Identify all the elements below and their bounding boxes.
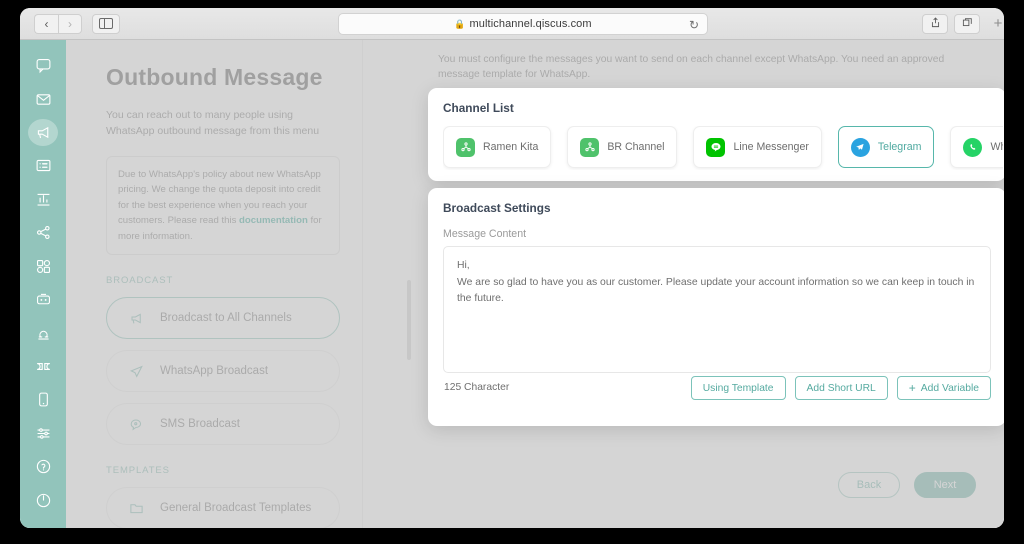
channel-label: WhatsApp Mes: [990, 141, 1003, 153]
channel-list-strip[interactable]: Ramen Kita BR Channel: [443, 126, 1003, 170]
using-template-button[interactable]: Using Template: [691, 376, 786, 400]
app-navigation-rail: [20, 40, 66, 528]
sidebar-item-mobile[interactable]: [28, 386, 58, 413]
sidebar-item-bot[interactable]: [28, 286, 58, 313]
channel-list-card: Channel List Ramen Kita: [428, 88, 1004, 181]
channel-label: Line Messenger: [733, 141, 808, 153]
sidebar-item-list[interactable]: [28, 152, 58, 179]
tabs-icon[interactable]: [954, 14, 980, 34]
message-content-label: Message Content: [443, 228, 526, 240]
address-bar[interactable]: 🔒 multichannel.qiscus.com ↻: [338, 13, 708, 35]
sidebar-item-apps[interactable]: [28, 253, 58, 280]
button-label: Add Variable: [921, 383, 979, 394]
plus-icon: +: [909, 382, 916, 394]
telegram-icon: [851, 138, 870, 157]
sidebar-toggle-button[interactable]: [92, 14, 120, 34]
whatsapp-square-icon: [580, 138, 599, 157]
new-tab-button[interactable]: +: [988, 14, 1004, 34]
add-short-url-button[interactable]: Add Short URL: [795, 376, 888, 400]
reload-icon[interactable]: ↻: [689, 18, 699, 32]
sidebar-item-broadcast[interactable]: [28, 119, 58, 146]
browser-toolbar: ‹ › 🔒 multichannel.qiscus.com ↻ +: [20, 8, 1004, 40]
sidebar-item-integration[interactable]: [28, 219, 58, 246]
sidebar-item-logout[interactable]: [28, 486, 58, 513]
application-body: Outbound Message You can reach out to ma…: [20, 40, 1004, 528]
browser-window: ‹ › 🔒 multichannel.qiscus.com ↻ +: [20, 8, 1004, 528]
channel-option-whatsapp[interactable]: WhatsApp Mes: [950, 126, 1003, 168]
message-content-textarea[interactable]: Hi, We are so glad to have you as our cu…: [443, 246, 991, 373]
channel-label: Telegram: [878, 141, 922, 153]
character-count: 125 Character: [444, 382, 509, 393]
sidebar-icon: [99, 18, 113, 29]
channel-option-br-channel[interactable]: BR Channel: [567, 126, 677, 168]
lock-icon: 🔒: [454, 19, 465, 30]
textarea-actions: Using Template Add Short URL + Add Varia…: [691, 376, 991, 400]
channel-list-title: Channel List: [428, 88, 1004, 115]
add-variable-button[interactable]: + Add Variable: [897, 376, 991, 400]
broadcast-settings-title: Broadcast Settings: [428, 188, 1004, 215]
button-label: Using Template: [703, 383, 774, 394]
browser-back-button[interactable]: ‹: [34, 14, 58, 34]
sidebar-item-help[interactable]: [28, 453, 58, 480]
channel-label: Ramen Kita: [483, 141, 538, 153]
whatsapp-square-icon: [456, 138, 475, 157]
sidebar-item-settings[interactable]: [28, 420, 58, 447]
browser-forward-button[interactable]: ›: [58, 14, 82, 34]
channel-option-telegram[interactable]: Telegram: [838, 126, 935, 168]
whatsapp-icon: [963, 138, 982, 157]
message-line-2: We are so glad to have you as our custom…: [457, 275, 977, 308]
channel-option-ramen-kita[interactable]: Ramen Kita: [443, 126, 551, 168]
sidebar-item-customer[interactable]: [28, 319, 58, 346]
line-icon: [706, 138, 725, 157]
channel-option-line-messenger[interactable]: Line Messenger: [693, 126, 821, 168]
url-text: multichannel.qiscus.com: [470, 18, 592, 30]
broadcast-settings-card: Broadcast Settings Message Content Hi, W…: [428, 188, 1004, 426]
sidebar-item-inbox[interactable]: [28, 85, 58, 112]
channel-label: BR Channel: [607, 141, 664, 153]
sidebar-item-analytics[interactable]: [28, 186, 58, 213]
button-label: Add Short URL: [807, 383, 876, 394]
share-icon[interactable]: [922, 14, 948, 34]
sidebar-item-chat[interactable]: [28, 52, 58, 79]
sidebar-item-tickets[interactable]: [28, 353, 58, 380]
message-line-1: Hi,: [457, 258, 977, 275]
